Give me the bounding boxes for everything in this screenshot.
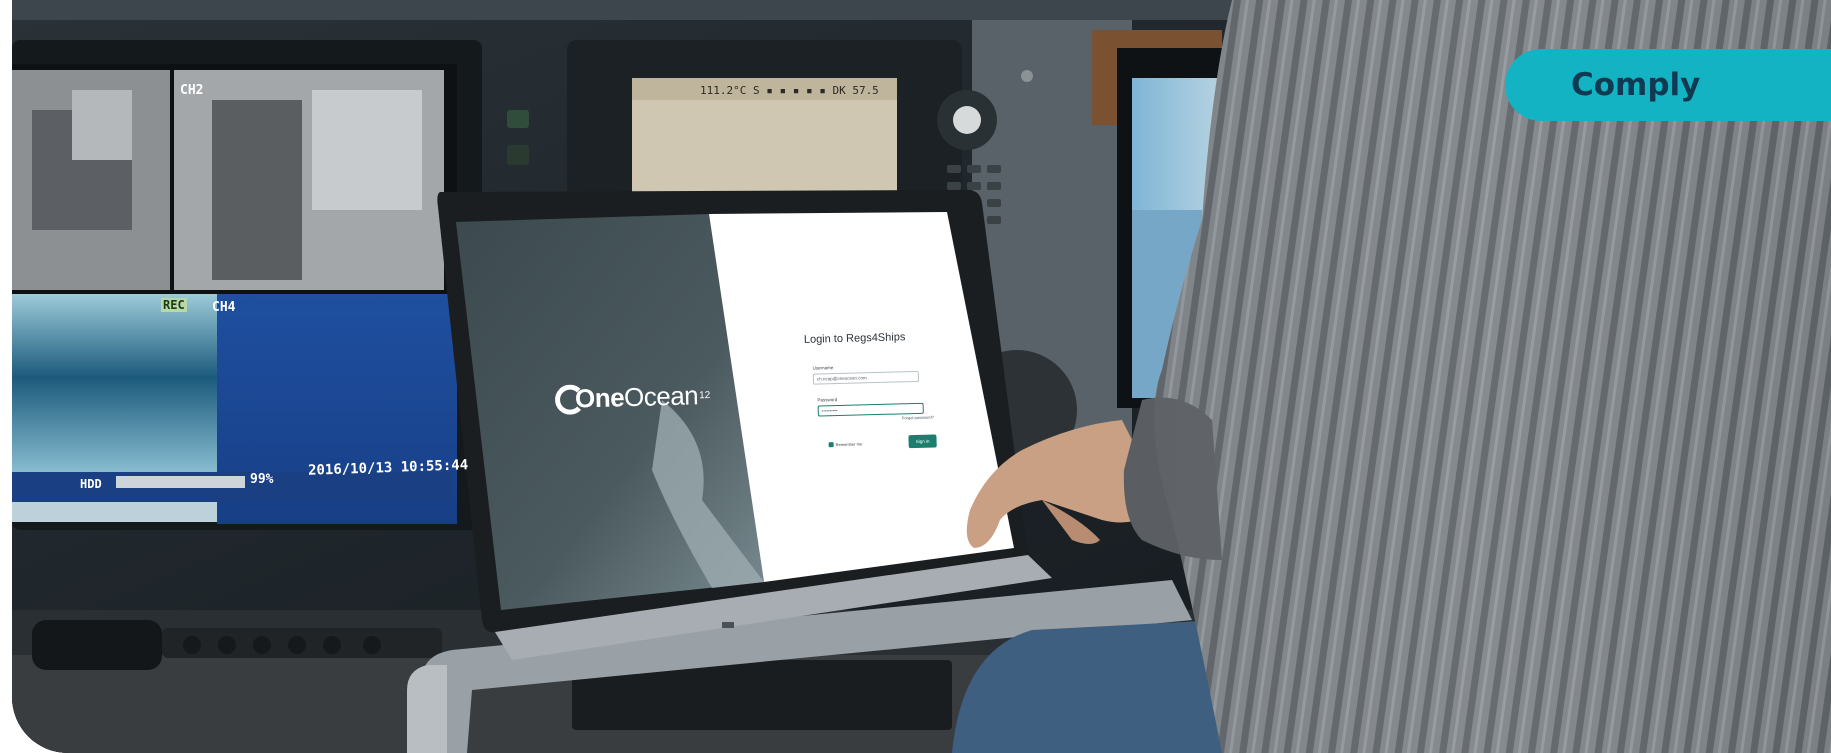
checkbox-checked-icon bbox=[828, 442, 834, 448]
comply-badge: Comply bbox=[1505, 49, 1831, 121]
remember-me-label: Remember me bbox=[835, 441, 863, 448]
logo-superscript: 12 bbox=[699, 389, 711, 402]
login-form: Login to Regs4Ships Username ch.ncap@one… bbox=[717, 214, 961, 550]
login-title: Login to Regs4Ships bbox=[803, 331, 906, 346]
remember-me-checkbox[interactable]: Remember me bbox=[828, 441, 863, 448]
cctv-hdd-label: HDD bbox=[80, 477, 102, 491]
oneocean-logo: One Ocean 12 bbox=[554, 380, 711, 415]
radar-readout: 111.2°C S ▪ ▪ ▪ ▪ ▪ DK 57.5 bbox=[700, 84, 879, 97]
comply-badge-label: Comply bbox=[1571, 67, 1701, 103]
cctv-ch2-label: CH2 bbox=[180, 83, 204, 98]
password-label: Password bbox=[817, 397, 838, 403]
logo-name: Ocean bbox=[623, 380, 699, 413]
forgot-password-link[interactable]: Forgot password? bbox=[902, 415, 934, 421]
username-label: Username bbox=[812, 365, 834, 371]
username-input[interactable]: ch.ncap@oneocean.com bbox=[812, 370, 920, 385]
cctv-rec-indicator: REC bbox=[161, 298, 187, 312]
sign-in-button[interactable]: Sign in bbox=[908, 434, 937, 449]
cctv-ch4-label: CH4 bbox=[212, 300, 236, 315]
cctv-hdd-percent: 99% bbox=[250, 472, 274, 487]
hdd-usage-bar-fill bbox=[116, 476, 245, 488]
logo-prefix: One bbox=[574, 382, 625, 414]
